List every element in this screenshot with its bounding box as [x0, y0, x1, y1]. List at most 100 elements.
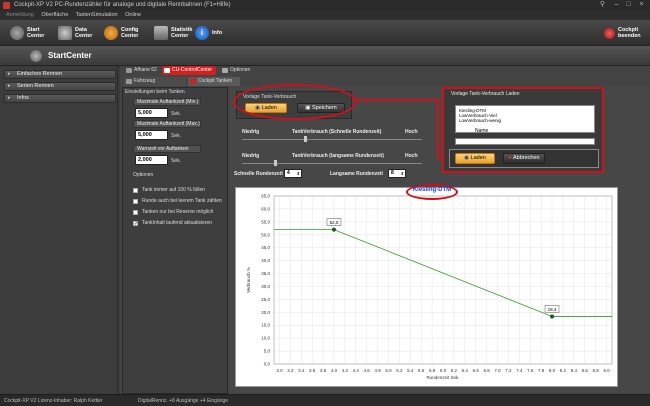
status-bar: Cockpit-XP V2 Lizenz-Inhaber: Ralph Kett… — [0, 394, 650, 406]
license-info: Cockpit-XP V2 Lizenz-Inhaber: Ralph Kett… — [4, 398, 103, 404]
checkbox[interactable]: ✓ — [133, 221, 138, 227]
sidebar-item-infos[interactable]: ▸ Infos — [4, 94, 116, 103]
start-center-label: Start Center — [27, 27, 45, 39]
checkbox[interactable] — [133, 210, 138, 215]
info-button[interactable]: i Info — [195, 23, 222, 43]
x-tick-label: 3.8 — [320, 368, 327, 373]
x-tick-label: 5.4 — [407, 368, 414, 373]
config-center-label: Config Center — [121, 27, 139, 39]
checkbox[interactable] — [133, 188, 138, 193]
minimize-button[interactable]: – — [612, 1, 621, 9]
data-label: 52,0 — [330, 220, 339, 225]
x-tick-label: 4.8 — [374, 368, 381, 373]
sidebar-item-label: Infos — [17, 95, 29, 101]
option-label: Runde auch bei leerem Tank zählen — [142, 198, 222, 204]
x-tick-label: 3.2 — [287, 368, 294, 373]
chevron-right-icon: ▸ — [8, 83, 11, 89]
y-tick-label: 0,0 — [264, 362, 271, 367]
pin-icon[interactable]: ⚲ — [598, 1, 607, 9]
y-tick-label: 15,0 — [261, 323, 270, 328]
option-label: Tanken nur bei Reserve möglich — [142, 209, 214, 215]
data-center-label: Data Center — [75, 27, 93, 39]
data-point — [331, 227, 336, 232]
statistik-center-button[interactable]: Statistik Center — [154, 23, 192, 43]
menu-oberflaeche[interactable]: Oberfläche — [41, 12, 68, 18]
y-tick-label: 30,0 — [261, 284, 270, 289]
option-label: Tank immer auf 100 % füllen — [142, 187, 206, 193]
statistik-center-label: Statistik Center — [171, 27, 193, 39]
close-button[interactable]: × — [637, 1, 646, 9]
sidebar-item-serien-rennen[interactable]: ▸ Serien Rennen — [4, 82, 116, 91]
y-tick-label: 65,0 — [261, 194, 270, 199]
y-tick-label: 50,0 — [261, 232, 270, 237]
x-tick-label: 6.4 — [462, 368, 469, 373]
x-tick-label: 8.8 — [593, 368, 600, 373]
fuel-chart: 65,0 60,0 55,0 50,0 45,0 40,0 35,0 30,0 25,0 20,0… — [246, 194, 613, 380]
y-tick-label: 35,0 — [261, 271, 270, 276]
x-tick-label: 8.6 — [582, 368, 589, 373]
chart-container: 65,0 60,0 55,0 50,0 45,0 40,0 35,0 30,0 25,0 20,0… — [235, 187, 618, 387]
sidebar-item-einfaches-rennen[interactable]: ▸ Einfaches Rennen — [4, 70, 116, 79]
x-tick-label: 3.6 — [309, 368, 316, 373]
data-point — [550, 314, 555, 319]
x-tick-label: 5.6 — [418, 368, 425, 373]
config-center-button[interactable]: Config Center — [104, 23, 138, 43]
checkbox[interactable] — [133, 199, 138, 204]
option-live-update[interactable]: ✓ TankInhalt laufend aktualisieren — [133, 220, 212, 227]
app-icon — [3, 2, 10, 9]
template-highlight-ring — [233, 84, 357, 120]
x-tick-label: 4.2 — [342, 368, 349, 373]
x-tick-label: 8.2 — [560, 368, 567, 373]
chevron-right-icon: ▸ — [8, 95, 11, 101]
menu-tastensimulation[interactable]: TastenSimulation — [76, 12, 118, 18]
x-tick-label: 7.0 — [494, 368, 501, 373]
y-tick-label: 10,0 — [261, 336, 270, 341]
startcenter-title: StartCenter — [48, 51, 92, 60]
option-tank-full[interactable]: Tank immer auf 100 % füllen — [133, 187, 205, 194]
x-tick-label: 4.0 — [331, 368, 338, 373]
x-tick-label: 9.0 — [603, 368, 610, 373]
exit-cockpit-button[interactable]: Cockpit beenden — [604, 23, 641, 43]
y-tick-label: 45,0 — [261, 245, 270, 250]
x-tick-label: 6.2 — [451, 368, 458, 373]
maximize-button[interactable]: □ — [624, 1, 633, 9]
info-label: Info — [212, 30, 223, 36]
exit-cockpit-label: Cockpit beenden — [618, 27, 641, 39]
x-axis-label: Rundenzeit Sek. — [426, 375, 459, 380]
start-center-icon — [10, 26, 24, 40]
x-tick-label: 4.4 — [353, 368, 360, 373]
title-bar: Cockpit-XP V2 PC-Rundenzähler für analog… — [0, 0, 650, 11]
x-tick-label: 7.2 — [505, 368, 512, 373]
x-tick-label: 5.0 — [385, 368, 392, 373]
window-title: Cockpit-XP V2 PC-Rundenzähler für analog… — [14, 2, 231, 8]
menu-anmeldung[interactable]: Anmeldung — [6, 12, 34, 18]
x-tick-label: 5.2 — [396, 368, 403, 373]
startcenter-icon — [30, 50, 42, 62]
data-center-button[interactable]: Data Center — [58, 23, 92, 43]
menu-online[interactable]: Online — [125, 12, 141, 18]
x-tick-label: 6.6 — [473, 368, 480, 373]
x-tick-label: 7.6 — [527, 368, 534, 373]
digital-info: DigitalRennz. +8 Ausgänge +4 Eingänge — [138, 398, 229, 404]
main-toolbar: Start Center Data Center Config Center S… — [0, 20, 650, 46]
option-count-empty[interactable]: Runde auch bei leerem Tank zählen — [133, 198, 222, 205]
x-tick-label: 7.4 — [516, 368, 523, 373]
chart-title: Kiesling-DTM — [412, 187, 452, 193]
option-reserve-only[interactable]: Tanken nur bei Reserve möglich — [133, 209, 213, 216]
x-tick-label: 3.4 — [298, 368, 305, 373]
info-icon: i — [195, 26, 209, 40]
start-center-button[interactable]: Start Center — [10, 23, 44, 43]
option-label: TankInhalt laufend aktualisieren — [142, 220, 213, 226]
startcenter-header: StartCenter — [0, 46, 650, 66]
sidebar-item-label: Einfaches Rennen — [17, 71, 62, 77]
x-tick-label: 4.6 — [364, 368, 371, 373]
sidebar-item-label: Serien Rennen — [17, 83, 54, 89]
x-tick-label: 5.8 — [429, 368, 436, 373]
dialog-highlight-border — [442, 87, 604, 173]
data-center-icon — [58, 26, 72, 40]
power-icon — [604, 27, 615, 39]
statistics-icon — [154, 26, 168, 40]
x-tick-label: 8.4 — [571, 368, 578, 373]
y-tick-label: 25,0 — [261, 297, 270, 302]
y-axis-label: Verbrauch % — [246, 267, 251, 293]
